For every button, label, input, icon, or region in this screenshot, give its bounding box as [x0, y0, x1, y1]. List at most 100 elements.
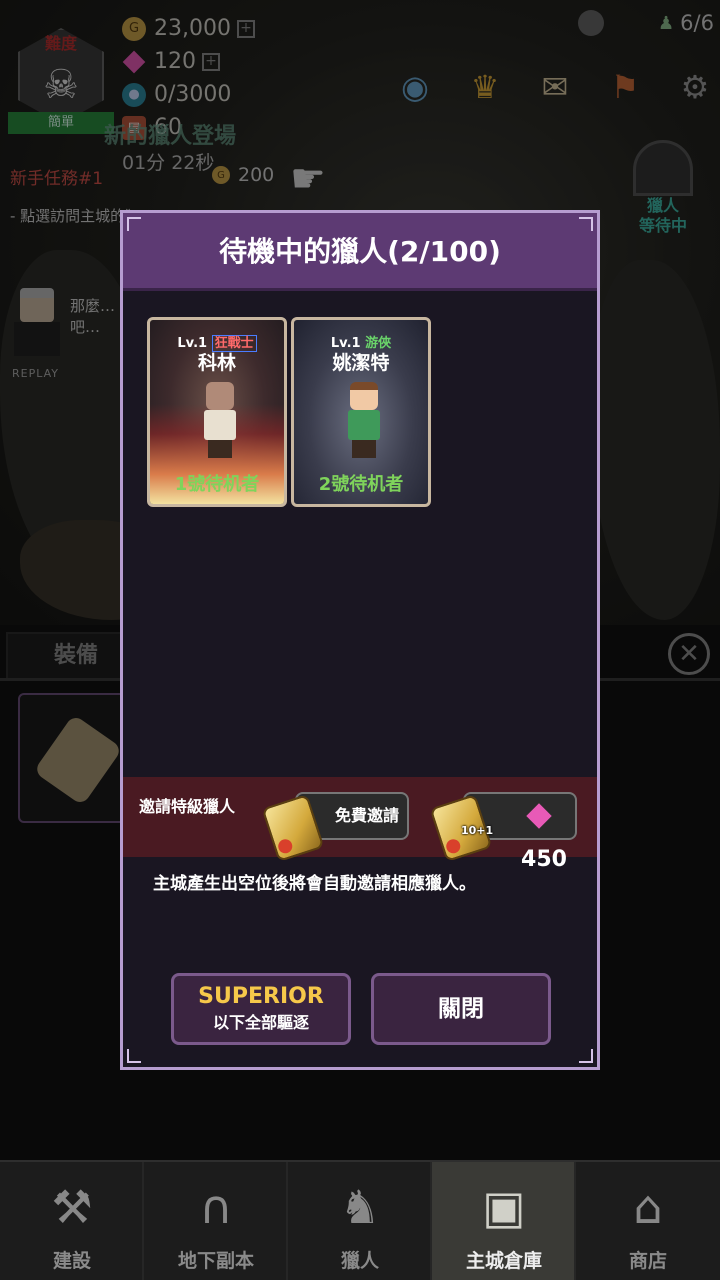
hunter-waiting-status: 1號待机者	[174, 474, 260, 495]
paid-invite-button[interactable]: 10+1 450	[429, 792, 577, 872]
top-icon-bar: ◉ ♛ ✉ ⚑ ⚙	[388, 62, 720, 112]
close-dialog-button[interactable]: 關閉	[371, 973, 551, 1045]
npc-head	[20, 288, 54, 322]
gear-icon[interactable]: ⚙	[668, 62, 720, 112]
auto-invite-info: 主城產生出空位後將會自動邀請相應獵人。	[153, 874, 476, 894]
quest-reward: G 200	[212, 164, 274, 186]
new-hunter-event-timer: 01分 22秒	[122, 152, 215, 174]
quest-reward-value: 200	[238, 164, 275, 186]
gate-icon	[633, 140, 693, 196]
free-invite-button[interactable]: 免費邀請	[261, 792, 409, 863]
nav-label: 獵人	[340, 1250, 379, 1272]
hunter-waiting-gate[interactable]: 獵人 等待中	[618, 140, 708, 236]
close-dialog-label: 關閉	[438, 996, 484, 1022]
bonus-count-label: 10+1	[461, 824, 494, 837]
invite-superior-bar: 邀請特級獵人 免費邀請 10+1 450	[123, 777, 597, 872]
npc-speech-line: 吧…	[70, 318, 101, 336]
hunter-card-list: Lv.1 狂戰士 科林 1號待机者 Lv.1 游俠 姚潔特 2號待机者	[147, 317, 435, 507]
nav-hunters[interactable]: ♞ 獵人	[288, 1162, 432, 1280]
inventory-item-slot[interactable]	[18, 693, 128, 823]
panel-close-icon[interactable]: ✕	[668, 633, 710, 675]
chest-icon: ▣	[482, 1180, 526, 1234]
mail-icon[interactable]: ✉	[528, 62, 582, 112]
npc-speech-line: 那麼…	[70, 297, 116, 315]
hunter-card[interactable]: Lv.1 游俠 姚潔特 2號待机者	[291, 317, 431, 507]
replay-label[interactable]: REPLAY	[12, 367, 59, 380]
sprite-body	[348, 410, 380, 440]
gold-row: G 23,000 +	[122, 12, 255, 45]
corner-ornament	[127, 217, 141, 231]
invite-superior-label: 邀請特級獵人	[139, 797, 236, 816]
corner-ornament	[579, 217, 593, 231]
paid-invite-cost: 450	[509, 794, 579, 882]
hunter-name: 科林	[197, 352, 236, 374]
nav-dungeon[interactable]: ∩ 地下副本	[144, 1162, 288, 1280]
hammer-icon: ⚒	[51, 1180, 93, 1234]
sprite-legs	[208, 440, 232, 458]
nav-shop[interactable]: ⌂ 商店	[576, 1162, 720, 1280]
shield-banner-icon[interactable]: ⚑	[598, 62, 652, 112]
corner-ornament	[579, 1049, 593, 1063]
nav-label: 建設	[52, 1250, 91, 1272]
sprite-head	[206, 382, 234, 410]
berserker-sprite	[200, 382, 240, 460]
difficulty-badge[interactable]: 難度 ☠ 簡單	[8, 28, 114, 134]
new-hunter-event-title[interactable]: 新的獵人登場	[104, 118, 236, 150]
free-invite-label: 免費邀請	[334, 806, 399, 825]
hunter-waiting-label: 等待中	[638, 216, 687, 235]
superior-button-title: SUPERIOR	[198, 984, 324, 1009]
superior-evict-button[interactable]: SUPERIOR 以下全部驅逐	[171, 973, 351, 1045]
settings-emblem-icon[interactable]	[578, 10, 604, 36]
paid-invite-cost-value: 450	[521, 847, 567, 872]
gold-coin-icon: G	[122, 16, 146, 41]
npc-speech: 那麼… 吧…	[70, 296, 115, 338]
nav-build[interactable]: ⚒ 建設	[0, 1162, 144, 1280]
cave-rock	[590, 260, 720, 620]
superior-button-subtitle: 以下全部驅逐	[212, 1013, 309, 1032]
quest-title[interactable]: 新手任務#1	[10, 164, 103, 189]
camera-icon[interactable]: ◉	[388, 62, 442, 112]
sprite-legs	[352, 440, 376, 458]
soul-row: ● 0/3000	[122, 78, 255, 111]
hunter-card[interactable]: Lv.1 狂戰士 科林 1號待机者	[147, 317, 287, 507]
gem-row: 120 +	[122, 45, 255, 78]
person-icon: ♟	[658, 12, 675, 34]
bottom-navigation: ⚒ 建設 ∩ 地下副本 ♞ 獵人 ▣ 主城倉庫 ⌂ 商店	[0, 1160, 720, 1280]
sprite-head	[350, 382, 378, 410]
sprite-body	[204, 410, 236, 440]
hunter-waiting-status: 2號待机者	[318, 474, 404, 495]
npc-body	[14, 322, 60, 356]
gold-value: 23,000	[154, 16, 231, 41]
ranger-sprite	[344, 382, 384, 460]
pointing-hand-icon: ☛	[290, 156, 326, 202]
add-gem-button[interactable]: +	[202, 52, 220, 71]
population-value: 6/6	[680, 11, 714, 35]
add-gold-button[interactable]: +	[236, 19, 255, 38]
dialog-title: 待機中的獵人(2/100)	[219, 235, 501, 268]
npc-avatar[interactable]	[10, 288, 62, 362]
difficulty-title: 難度	[44, 34, 77, 53]
trophy-icon[interactable]: ♛	[458, 62, 512, 112]
invite-scroll-icon	[261, 793, 325, 863]
waiting-hunters-dialog: 待機中的獵人(2/100) Lv.1 狂戰士 科林 1號待机者 Lv.1 游俠	[120, 210, 600, 1070]
hunter-waiting-label: 獵人	[646, 196, 679, 215]
nav-warehouse[interactable]: ▣ 主城倉庫	[432, 1162, 576, 1280]
hunter-name: 姚潔特	[332, 352, 390, 374]
gem-icon	[526, 803, 552, 829]
dungeon-gate-icon: ∩	[199, 1180, 233, 1234]
dialog-header: 待機中的獵人(2/100)	[123, 213, 597, 291]
gem-value: 120	[154, 49, 196, 74]
soul-orb-icon: ●	[122, 82, 146, 107]
seal-icon	[276, 837, 295, 856]
seal-icon	[444, 837, 463, 856]
nav-label: 主城倉庫	[465, 1250, 542, 1272]
gold-coin-icon: G	[212, 166, 230, 184]
difficulty-level: 簡單	[8, 112, 114, 134]
nav-label: 地下副本	[177, 1250, 254, 1272]
gem-icon	[122, 50, 146, 74]
soul-value: 0/3000	[154, 82, 232, 107]
skull-icon: ☠	[43, 62, 79, 108]
hunter-helmet-icon: ♞	[339, 1180, 381, 1234]
corner-ornament	[127, 1049, 141, 1063]
scroll-item-icon	[33, 714, 123, 806]
